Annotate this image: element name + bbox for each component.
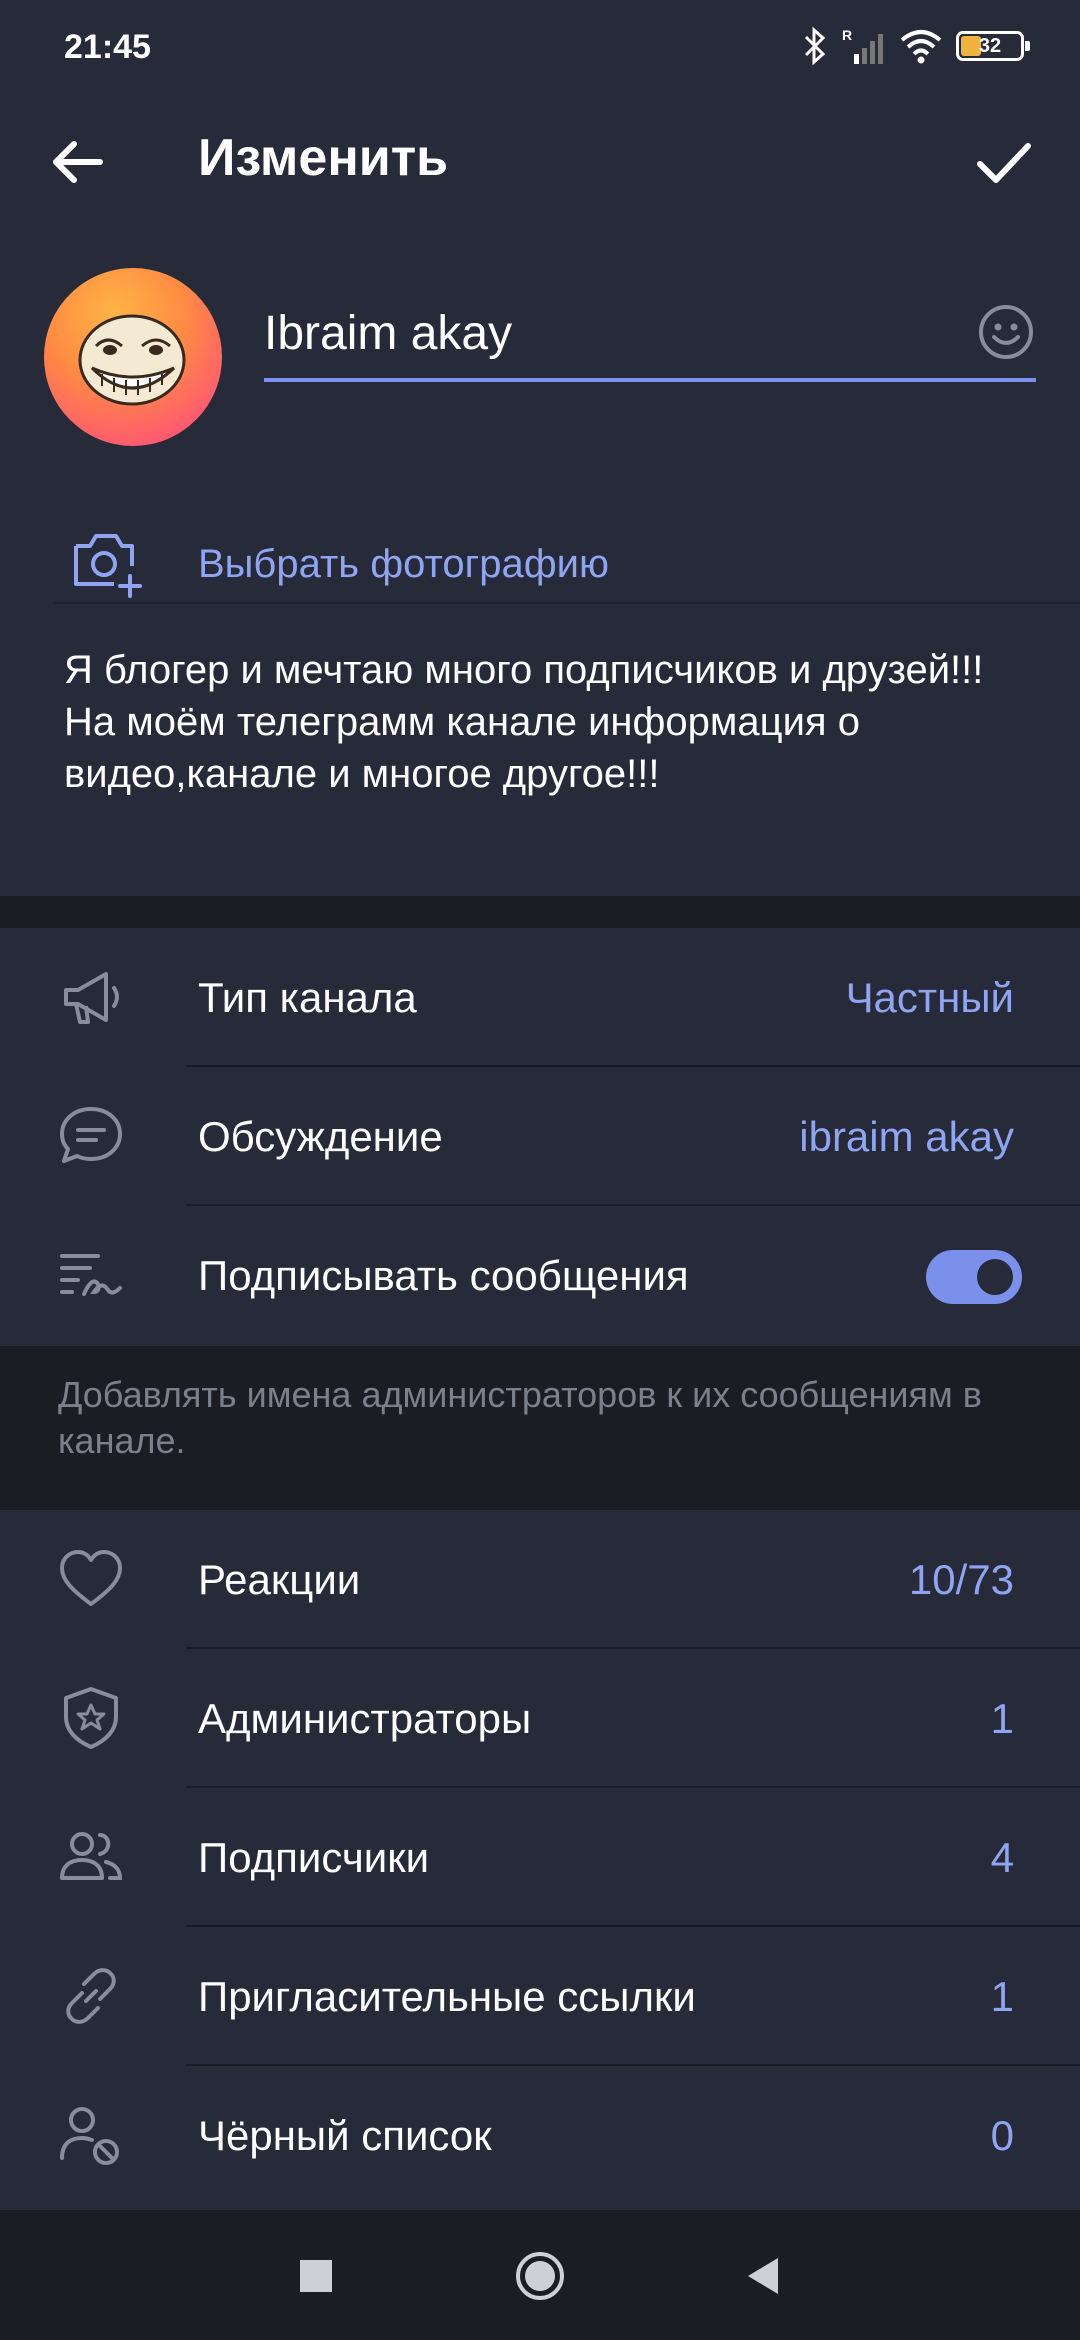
avatar[interactable] bbox=[44, 268, 222, 446]
admins-row[interactable]: Администраторы 1 bbox=[0, 1649, 1080, 1788]
shield-star-icon bbox=[64, 1687, 118, 1749]
status-icons: R 32 bbox=[802, 26, 1030, 66]
name-field[interactable]: Ibraim akay bbox=[264, 294, 1036, 382]
status-time: 21:45 bbox=[64, 28, 151, 66]
users-icon bbox=[60, 1832, 123, 1880]
recents-icon[interactable] bbox=[288, 2248, 344, 2304]
blacklist-row[interactable]: Чёрный список 0 bbox=[0, 2066, 1080, 2205]
user-blocked-icon bbox=[60, 2107, 119, 2165]
invite-links-label: Пригласительные ссылки bbox=[198, 1973, 696, 2020]
admins-value: 1 bbox=[990, 1695, 1014, 1742]
channel-type-value: Частный bbox=[845, 974, 1014, 1021]
battery-icon: 32 bbox=[956, 31, 1030, 61]
home-icon[interactable] bbox=[512, 2248, 568, 2304]
svg-text:R: R bbox=[842, 27, 852, 43]
reactions-value: 10/73 bbox=[908, 1556, 1014, 1603]
wifi-icon bbox=[900, 30, 942, 64]
sign-messages-toggle[interactable] bbox=[926, 1250, 1022, 1304]
battery-level: 32 bbox=[978, 35, 1002, 57]
signal-icon: R bbox=[842, 27, 883, 64]
smile-icon[interactable] bbox=[976, 302, 1036, 362]
reactions-label: Реакции bbox=[198, 1556, 361, 1603]
bluetooth-icon bbox=[804, 26, 826, 66]
arrow-left-icon[interactable] bbox=[44, 128, 112, 196]
admins-label: Администраторы bbox=[198, 1695, 532, 1742]
discussion-label: Обсуждение bbox=[198, 1113, 443, 1160]
reactions-row[interactable]: Реакции 10/73 bbox=[0, 1510, 1080, 1649]
management-section: Реакции 10/73 Администраторы 1 Подписчик… bbox=[0, 1510, 1080, 2210]
divider bbox=[54, 602, 1080, 604]
link-icon bbox=[66, 1968, 116, 2024]
sign-messages-row[interactable]: Подписывать сообщения bbox=[0, 1206, 1080, 1345]
sign-messages-hint: Добавлять имена администраторов к их соо… bbox=[58, 1374, 982, 1461]
profile-section: Ibraim akay Выбрать фотографию Я блогер … bbox=[0, 234, 1080, 896]
invite-links-value: 1 bbox=[990, 1973, 1014, 2020]
channel-settings-section: Тип канала Частный Обсуждение ibraim aka… bbox=[0, 928, 1080, 1346]
status-bar: 21:45 R 32 bbox=[0, 0, 1080, 100]
invite-links-row[interactable]: Пригласительные ссылки 1 bbox=[0, 1927, 1080, 2066]
system-nav-bar bbox=[0, 2210, 1080, 2340]
back-icon[interactable] bbox=[736, 2248, 792, 2304]
subscribers-label: Подписчики bbox=[198, 1834, 430, 1881]
subscribers-row[interactable]: Подписчики 4 bbox=[0, 1788, 1080, 1927]
blacklist-value: 0 bbox=[990, 2112, 1014, 2159]
page-title: Изменить bbox=[198, 129, 449, 187]
subscribers-value: 4 bbox=[990, 1834, 1014, 1881]
choose-photo-button[interactable]: Выбрать фотографию bbox=[0, 498, 1080, 638]
name-input[interactable]: Ibraim akay bbox=[264, 306, 512, 361]
camera-add-icon bbox=[74, 534, 142, 598]
discussion-row[interactable]: Обсуждение ibraim akay bbox=[0, 1067, 1080, 1206]
bio-text[interactable]: Я блогер и мечтаю много подписчиков и др… bbox=[64, 644, 1024, 800]
megaphone-icon bbox=[64, 972, 119, 1024]
signature-icon bbox=[60, 1254, 122, 1296]
heart-icon bbox=[60, 1550, 122, 1606]
troll-face-icon bbox=[78, 314, 186, 406]
app-bar: Изменить bbox=[0, 100, 1080, 234]
choose-photo-label: Выбрать фотографию bbox=[198, 542, 609, 586]
channel-type-row[interactable]: Тип канала Частный bbox=[0, 928, 1080, 1067]
channel-type-label: Тип канала bbox=[198, 974, 417, 1021]
sign-messages-label: Подписывать сообщения bbox=[198, 1252, 689, 1299]
check-icon[interactable] bbox=[968, 126, 1040, 198]
toggle-knob bbox=[972, 1254, 1018, 1300]
discussion-value: ibraim akay bbox=[799, 1113, 1014, 1160]
chat-bubble-icon bbox=[60, 1107, 122, 1163]
blacklist-label: Чёрный список bbox=[198, 2112, 492, 2159]
